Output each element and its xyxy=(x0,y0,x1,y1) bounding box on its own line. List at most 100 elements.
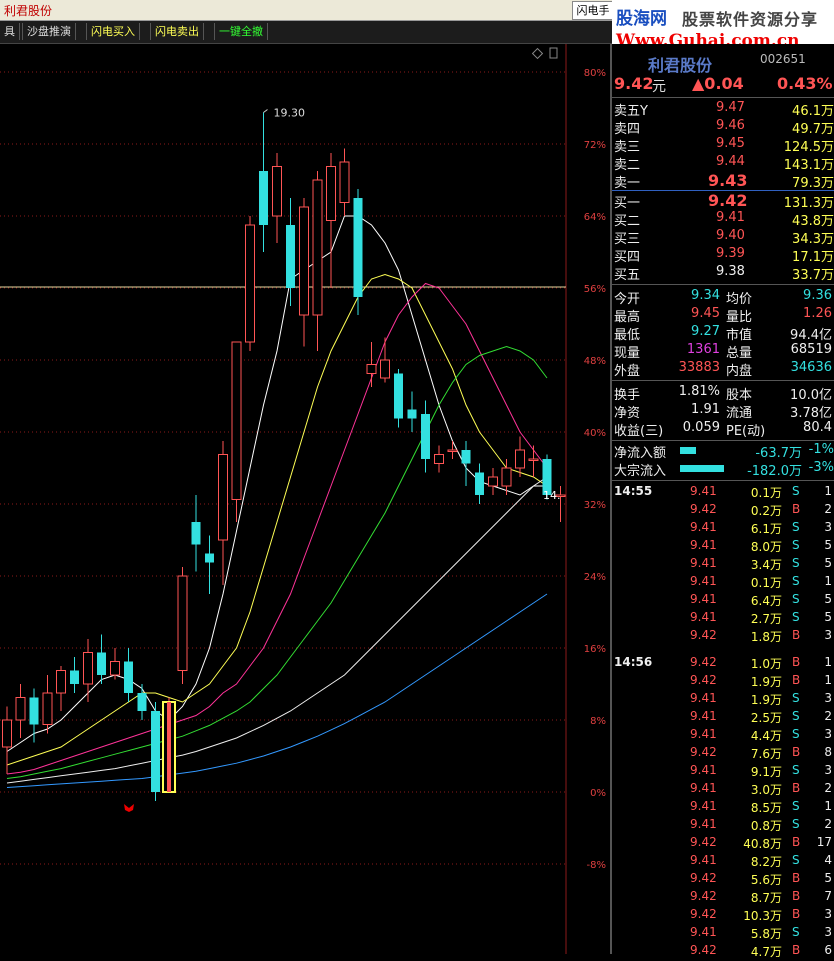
peak-pointer xyxy=(263,109,268,113)
tick-row[interactable]: 9.42 10.3万 B 3 xyxy=(612,907,834,925)
candle-body-up xyxy=(434,454,444,464)
axis-tick-label: 56% xyxy=(584,284,606,295)
logo-slogan: 股票软件资源分享 xyxy=(682,10,819,29)
trade-toolbar: 具 沙盘推演 闪电买入 闪电卖出 一键全撤 xyxy=(0,21,612,44)
axis-tick-label: 24% xyxy=(584,572,606,583)
tick-row[interactable]: 9.42 0.2万 B 2 xyxy=(612,502,834,520)
bid-row[interactable]: 买五 9.38 33.7万 xyxy=(612,264,834,283)
tick-row[interactable]: 9.42 4.7万 B 6 xyxy=(612,943,834,961)
axis-tick-label: 72% xyxy=(584,140,606,151)
tick-row[interactable]: 9.41 5.8万 S 3 xyxy=(612,925,834,943)
axis-tick-label: 8% xyxy=(590,716,606,727)
flash-buy-button[interactable]: 闪电买入 xyxy=(86,23,140,40)
tick-row[interactable]: 9.41 8.0万 S 5 xyxy=(612,538,834,556)
candle-body-down xyxy=(461,450,471,464)
stat-row: 换手 1.81% 股本 10.0亿 xyxy=(614,384,832,403)
candle-body-down xyxy=(407,409,417,419)
price-change-pct: 0.43% xyxy=(777,74,833,93)
divider xyxy=(612,97,834,98)
axis-tick-label: 0% xyxy=(590,788,606,799)
stat-row: 最低 9.27 市值 94.4亿 xyxy=(614,324,832,343)
stat-row: 最高 9.45 量比 1.26 xyxy=(614,306,832,325)
stat-row: 收益(三) 0.059 PE(动) 80.4 xyxy=(614,420,832,439)
tick-row[interactable]: 9.42 1.9万 B 1 xyxy=(612,673,834,691)
price-change: ▲0.04 xyxy=(692,74,744,93)
ask-row[interactable]: 卖一 9.43 79.3万 xyxy=(612,171,834,191)
candle-body-up xyxy=(15,697,26,721)
candle-body-up xyxy=(231,341,242,500)
axis-tick-label: 40% xyxy=(584,428,606,439)
stock-code: 002651 xyxy=(760,52,806,66)
tick-row[interactable]: 9.42 7.6万 B 8 xyxy=(612,745,834,763)
candle-body-down xyxy=(137,693,147,711)
fund-flow-bar xyxy=(680,465,724,472)
candle-body-up xyxy=(326,166,336,221)
kline-chart-panel[interactable]: 80% 72% 64% 56% 48% 40% 32% 24% 16% 8% 0% -8% 19.30… xyxy=(0,44,609,954)
ask-row[interactable]: 卖三 9.45 124.5万 xyxy=(612,136,834,155)
candle-body-up xyxy=(2,719,12,748)
candle-body-down xyxy=(151,711,160,792)
candle-body-up xyxy=(312,179,323,316)
candle-body-up xyxy=(447,449,458,452)
kline-chart[interactable]: 80% 72% 64% 56% 48% 40% 32% 24% 16% 8% 0% -8% 19.30… xyxy=(0,44,609,954)
axis-tick-label: 16% xyxy=(584,644,606,655)
last-price-label: 14. xyxy=(543,489,561,502)
panel-toggle-icon[interactable] xyxy=(549,47,558,59)
tick-row[interactable]: 9.41 8.5万 S 1 xyxy=(612,799,834,817)
candle-body-down xyxy=(394,373,403,419)
stat-row: 今开 9.34 均价 9.36 xyxy=(614,288,832,307)
sandbox-simulation-button[interactable]: 沙盘推演 xyxy=(22,23,76,40)
tick-row[interactable]: 9.42 40.8万 B 17 xyxy=(612,835,834,853)
candle-body-down xyxy=(421,414,430,459)
tick-row[interactable]: 9.41 6.4万 S 5 xyxy=(612,592,834,610)
bid-row[interactable]: 买一 9.42 131.3万 xyxy=(612,191,834,211)
toolbar-tools-button[interactable]: 具 xyxy=(0,23,20,40)
candle-body-up xyxy=(272,166,282,217)
flash-trade-tab[interactable]: 闪电手 xyxy=(572,1,614,20)
tick-row[interactable]: 9.41 4.4万 S 3 xyxy=(612,727,834,745)
cancel-all-button[interactable]: 一键全撤 xyxy=(214,23,268,40)
candle-body-down xyxy=(286,225,295,288)
bid-row[interactable]: 买三 9.40 34.3万 xyxy=(612,228,834,247)
candle-body-down xyxy=(124,661,133,693)
fund-flow-bar xyxy=(680,447,696,454)
tick-row[interactable]: 9.41 1.9万 S 3 xyxy=(612,691,834,709)
bid-row[interactable]: 买四 9.39 17.1万 xyxy=(612,246,834,265)
tick-row[interactable]: 9.42 5.6万 B 5 xyxy=(612,871,834,889)
ask-row[interactable]: 卖五Y 9.47 46.1万 xyxy=(612,100,834,119)
stock-name: 利君股份 xyxy=(648,56,713,75)
tick-row[interactable]: 9.41 2.7万 S 5 xyxy=(612,610,834,628)
tick-row[interactable]: 9.41 3.4万 S 5 xyxy=(612,556,834,574)
tick-row[interactable]: 9.42 1.8万 B 3 xyxy=(612,628,834,646)
flash-sell-button[interactable]: 闪电卖出 xyxy=(150,23,204,40)
tick-row[interactable]: 14:55 9.41 0.1万 S 1 xyxy=(612,484,834,502)
tick-row[interactable]: 9.41 0.1万 S 1 xyxy=(612,574,834,592)
diamond-icon[interactable] xyxy=(531,47,544,60)
tick-row[interactable]: 9.41 9.1万 S 3 xyxy=(612,763,834,781)
tick-row[interactable]: 9.41 3.0万 B 2 xyxy=(612,781,834,799)
candle-body-up xyxy=(380,359,390,379)
candle-body-up xyxy=(218,454,228,541)
tick-row[interactable]: 9.41 8.2万 S 4 xyxy=(612,853,834,871)
tick-row[interactable]: 9.41 6.1万 S 3 xyxy=(612,520,834,538)
candle-body-up xyxy=(366,364,377,374)
axis-tick-label: 48% xyxy=(584,356,606,367)
tick-row[interactable]: 9.42 8.7万 B 7 xyxy=(612,889,834,907)
ask-row[interactable]: 卖二 9.44 143.1万 xyxy=(612,154,834,173)
candle-body-down xyxy=(205,553,214,563)
tick-row[interactable]: 9.41 2.5万 S 2 xyxy=(612,709,834,727)
last-price: 9.42 xyxy=(614,74,654,93)
fund-flow-row: 净流入额 -63.7万 -1% xyxy=(614,442,834,461)
tick-row[interactable]: 14:56 9.42 1.0万 B 1 xyxy=(612,655,834,673)
logo-brand: 股海网 xyxy=(616,9,667,29)
tick-row[interactable]: 9.41 0.8万 S 2 xyxy=(612,817,834,835)
ask-row[interactable]: 卖四 9.46 49.7万 xyxy=(612,118,834,137)
candle-body-down xyxy=(29,697,39,725)
fund-flow-row: 大宗流入 -182.0万 -3% xyxy=(614,460,834,479)
bid-row[interactable]: 买二 9.41 43.8万 xyxy=(612,210,834,229)
candle-body-up xyxy=(83,652,93,685)
candle-body-down xyxy=(475,472,484,495)
candle-body-up xyxy=(488,476,498,487)
candle-body-up xyxy=(501,467,512,487)
window-title: 利君股份 xyxy=(4,4,53,18)
